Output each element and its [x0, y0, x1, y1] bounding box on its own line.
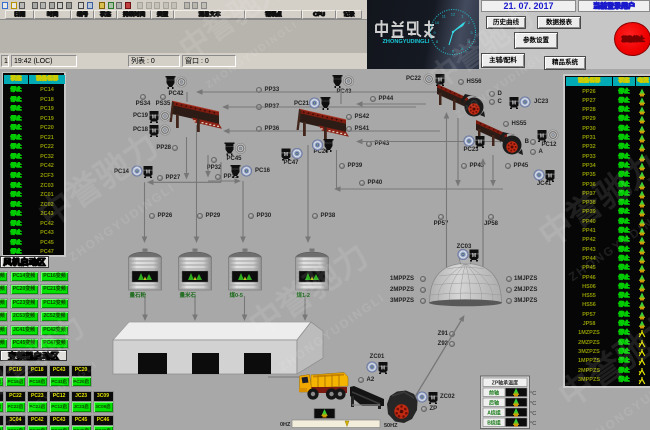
svg-text:前轴: 前轴: [489, 390, 499, 397]
svg-text:ZP轴承温度: ZP轴承温度: [492, 380, 519, 387]
svg-text:量石粉: 量石粉: [130, 291, 147, 299]
svg-text:°C: °C: [530, 391, 536, 397]
svg-text:煤1-2: 煤1-2: [297, 291, 310, 299]
svg-text:煤0-5: 煤0-5: [230, 291, 243, 299]
svg-text:°C: °C: [530, 401, 536, 407]
svg-text:量米石: 量米石: [180, 291, 197, 299]
svg-text:后轴: 后轴: [489, 400, 499, 407]
svg-text:°C: °C: [530, 411, 536, 417]
svg-text:50HZ: 50HZ: [384, 423, 398, 429]
svg-text:°C: °C: [530, 421, 536, 427]
svg-text:A绕组: A绕组: [487, 410, 501, 417]
svg-text:0HZ: 0HZ: [280, 422, 291, 428]
svg-text:B绕组: B绕组: [487, 420, 501, 427]
